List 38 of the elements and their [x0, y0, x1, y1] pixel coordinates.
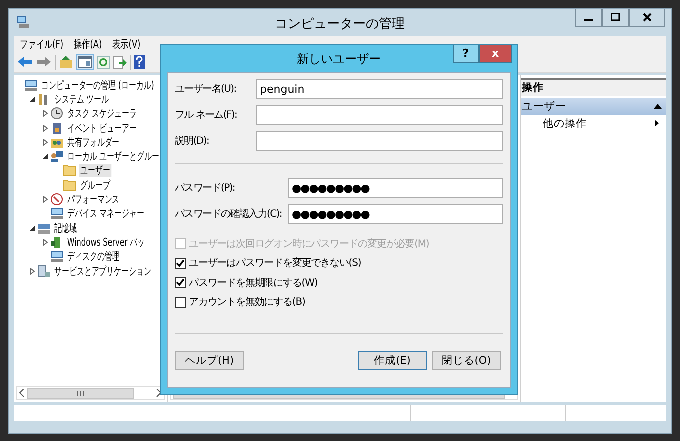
tree-item[interactable]: サービスとアプリケーション — [53, 264, 153, 278]
tree-item[interactable]: Windows Server バッ — [66, 236, 146, 249]
dialog-button[interactable]: 閉じる(O) — [432, 351, 501, 370]
help-button[interactable]: ? — [453, 45, 479, 63]
menu-item[interactable]: 表示(V) — [112, 36, 141, 52]
input-field[interactable]: penguin — [256, 79, 503, 99]
field-label: パスワードの確認入力(C): — [175, 208, 283, 221]
tree-item[interactable]: タスク スケジューラ — [66, 107, 138, 120]
password-field[interactable]: ●●●●●●●●● — [288, 178, 503, 198]
checkbox-label[interactable]: ユーザーはパスワードを変更できない(S) — [189, 256, 362, 270]
window-title: コンピューターの管理 — [274, 16, 406, 33]
checkbox-label[interactable]: パスワードを無期限にする(W) — [189, 276, 318, 290]
tree-item[interactable]: ユーザー — [79, 164, 112, 178]
tree-item[interactable]: 共有フォルダー — [66, 136, 122, 149]
tree-item[interactable]: グループ — [79, 178, 112, 192]
tree-item[interactable]: システム ツール — [53, 92, 110, 106]
password-field[interactable]: ●●●●●●●●● — [288, 204, 503, 224]
field-label: ユーザー名(U): — [175, 83, 238, 96]
tree-item[interactable]: パフォーマンス — [66, 193, 122, 206]
menu-item[interactable]: ファイル(F) — [20, 36, 64, 52]
close-button[interactable]: x — [479, 45, 512, 63]
dialog-button[interactable]: ヘルプ(H) — [175, 351, 244, 370]
tree-item[interactable]: コンピューターの管理 (ローカル) — [40, 78, 156, 92]
tree-item[interactable]: ディスクの管理 — [66, 250, 122, 264]
field-label: フル ネーム(F): — [175, 109, 238, 122]
actions-section[interactable]: ユーザー — [521, 98, 666, 115]
actions-header: 操作 — [522, 81, 544, 95]
field-label: パスワード(P): — [175, 182, 236, 195]
action-link[interactable]: 他の操作 — [543, 116, 587, 130]
checkbox-label[interactable]: アカウントを無効にする(B) — [189, 295, 306, 310]
field-label: 説明(D): — [175, 134, 210, 148]
dialog-title: 新しいユーザー — [296, 51, 382, 68]
tree-item[interactable]: デバイス マネージャー — [66, 207, 146, 220]
tree-item[interactable]: ローカル ユーザーとグルー — [66, 150, 161, 164]
menu-item[interactable]: 操作(A) — [74, 36, 102, 52]
tree-item[interactable]: イベント ビューアー — [66, 122, 138, 135]
tree-item[interactable]: 記憶域 — [53, 222, 78, 235]
dialog-button[interactable]: 作成(E) — [358, 351, 427, 370]
